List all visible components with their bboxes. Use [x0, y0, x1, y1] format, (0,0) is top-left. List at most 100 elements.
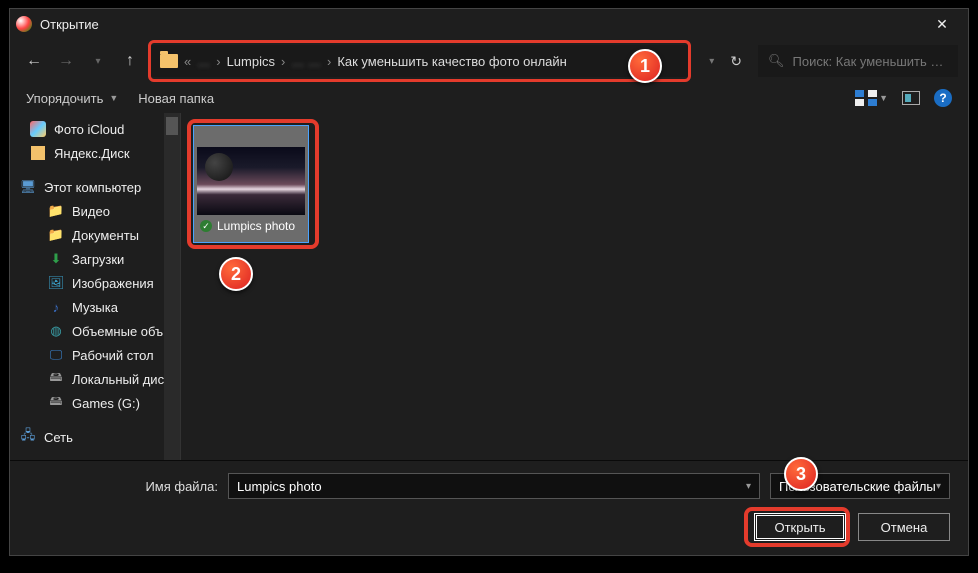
- sidebar-item-local-disk[interactable]: 🖴 Локальный дис: [10, 367, 180, 391]
- sidebar-item-music[interactable]: ♪ Музыка: [10, 295, 180, 319]
- sidebar-item-label: Видео: [72, 204, 110, 219]
- sidebar-item-label: Яндекс.Диск: [54, 146, 130, 161]
- forward-button[interactable]: →: [52, 47, 80, 75]
- crumb-blurred-1: …: [197, 54, 210, 69]
- dialog-body: Фото iCloud Яндекс.Диск 🖥Этот компьютер …: [10, 113, 968, 481]
- sidebar-item-documents[interactable]: 📁 Документы: [10, 223, 180, 247]
- sidebar-item-label: Загрузки: [72, 252, 124, 267]
- recent-dropdown[interactable]: ▾: [84, 47, 112, 75]
- sync-status-icon: ✓: [200, 220, 212, 232]
- sidebar-item-label: Рабочий стол: [72, 348, 154, 363]
- file-thumbnail: [197, 147, 305, 215]
- chevron-down-icon: ▾: [936, 481, 941, 492]
- music-icon: ♪: [48, 299, 64, 315]
- sidebar-item-label: Локальный дис: [72, 372, 164, 387]
- crumb-current[interactable]: Как уменьшить качество фото онлайн: [337, 54, 567, 69]
- folder-icon: 📁: [48, 227, 64, 243]
- sidebar-item-label: Музыка: [72, 300, 118, 315]
- sidebar-item-label: Фото iCloud: [54, 122, 124, 137]
- sidebar-item-desktop[interactable]: 🖵 Рабочий стол: [10, 343, 180, 367]
- file-label-row: ✓ Lumpics photo: [197, 219, 305, 233]
- address-bar[interactable]: « … › Lumpics › … … › Как уменьшить каче…: [150, 45, 689, 77]
- chevron-down-icon: ▼: [879, 93, 888, 103]
- search-placeholder: Поиск: Как уменьшить кач...: [793, 54, 948, 69]
- up-button[interactable]: ↑: [116, 47, 144, 75]
- back-button[interactable]: ←: [20, 47, 48, 75]
- desktop-icon: 🖵: [48, 347, 64, 363]
- sidebar-item-yandex[interactable]: Яндекс.Диск: [10, 141, 180, 165]
- sidebar-item-this-pc[interactable]: 🖥 Этот компьютер: [10, 175, 180, 199]
- chevron-down-icon[interactable]: ▾: [746, 481, 751, 492]
- annotation-badge-1: 1: [628, 49, 662, 83]
- crumb-blurred-2: … …: [291, 54, 321, 69]
- filename-value: Lumpics photo: [237, 479, 322, 494]
- download-icon: ⬇: [48, 251, 64, 267]
- sidebar-item-downloads[interactable]: ⬇ Загрузки: [10, 247, 180, 271]
- sidebar-item-video[interactable]: 📁 Видео: [10, 199, 180, 223]
- file-thumb-wrap: ✓ Lumpics photo 2: [193, 125, 313, 243]
- file-area[interactable]: ✓ Lumpics photo 2: [181, 113, 968, 481]
- nav-arrows: ← → ▾ ↑: [20, 47, 144, 75]
- sidebar-item-label: Документы: [72, 228, 139, 243]
- sidebar-item-icloud[interactable]: Фото iCloud: [10, 117, 180, 141]
- chevron-down-icon: ▼: [109, 93, 118, 103]
- sidebar-item-label: Объемные объ: [72, 324, 163, 339]
- help-button[interactable]: ?: [934, 89, 952, 107]
- footer: Имя файла: Lumpics photo ▾ Пользовательс…: [10, 460, 968, 555]
- close-button[interactable]: ✕: [922, 9, 962, 39]
- disk-icon: 🖴: [48, 371, 64, 387]
- refresh-button[interactable]: ↻: [730, 53, 742, 70]
- sidebar-item-label: Этот компьютер: [44, 180, 141, 195]
- search-box[interactable]: 🔍︎ Поиск: Как уменьшить кач...: [758, 45, 958, 77]
- chevron-icon: ›: [216, 54, 220, 69]
- sidebar-item-pictures[interactable]: 🖼 Изображения: [10, 271, 180, 295]
- chevron-icon: ›: [327, 54, 331, 69]
- titlebar: Открытие ✕: [10, 9, 968, 39]
- disk-icon: 🖴: [48, 395, 64, 411]
- sidebar-scrollbar[interactable]: [164, 113, 180, 481]
- cloud-icon: [30, 121, 46, 137]
- scrollbar-thumb[interactable]: [166, 117, 178, 135]
- organize-menu[interactable]: Упорядочить ▼: [26, 91, 118, 106]
- sidebar: Фото iCloud Яндекс.Диск 🖥Этот компьютер …: [10, 113, 180, 481]
- organize-label: Упорядочить: [26, 91, 103, 106]
- network-icon: 🖧: [20, 429, 36, 445]
- chevron-icon: «: [184, 54, 191, 69]
- nav-row: ← → ▾ ↑ « … › Lumpics › … … › Как уменьш…: [10, 39, 968, 83]
- filename-label: Имя файла:: [28, 479, 218, 494]
- address-actions: ▾ ↻: [703, 53, 742, 70]
- pc-icon: 🖥: [20, 179, 36, 195]
- window-title: Открытие: [40, 17, 922, 32]
- chevron-icon: ›: [281, 54, 285, 69]
- annotation-badge-2: 2: [219, 257, 253, 291]
- cube-icon: ◍: [48, 323, 64, 339]
- crumb-lumpics[interactable]: Lumpics: [227, 54, 275, 69]
- file-name: Lumpics photo: [217, 219, 295, 233]
- new-folder-button[interactable]: Новая папка: [138, 91, 214, 106]
- cancel-button[interactable]: Отмена: [858, 513, 950, 541]
- app-icon: [16, 16, 32, 32]
- toolbar: Упорядочить ▼ Новая папка ▼ ?: [10, 83, 968, 113]
- addressbar-wrap: « … › Lumpics › … … › Как уменьшить каче…: [150, 42, 689, 80]
- sidebar-item-games[interactable]: 🖴 Games (G:): [10, 391, 180, 415]
- folder-icon: 📁: [48, 203, 64, 219]
- button-row: Открыть Отмена: [28, 513, 950, 541]
- sidebar-item-label: Изображения: [72, 276, 154, 291]
- file-open-dialog: Открытие ✕ ← → ▾ ↑ « … › Lumpics › … … ›…: [9, 8, 969, 556]
- search-icon: 🔍︎: [768, 53, 785, 69]
- view-mode-icon: [855, 90, 877, 106]
- address-dropdown[interactable]: ▾: [703, 56, 720, 67]
- view-mode-button[interactable]: ▼: [855, 90, 888, 106]
- sidebar-item-3d[interactable]: ◍ Объемные объ: [10, 319, 180, 343]
- sidebar-item-network[interactable]: 🖧 Сеть: [10, 425, 180, 449]
- annotation-badge-3: 3: [784, 457, 818, 491]
- sidebar-item-label: Games (G:): [72, 396, 140, 411]
- open-button[interactable]: Открыть: [754, 513, 846, 541]
- file-item[interactable]: ✓ Lumpics photo: [193, 125, 309, 243]
- filename-input[interactable]: Lumpics photo ▾: [228, 473, 760, 499]
- preview-pane-button[interactable]: [902, 91, 920, 105]
- folder-icon: [160, 54, 178, 68]
- pictures-icon: 🖼: [48, 275, 64, 291]
- yandex-disk-icon: [30, 145, 46, 161]
- sidebar-item-label: Сеть: [44, 430, 73, 445]
